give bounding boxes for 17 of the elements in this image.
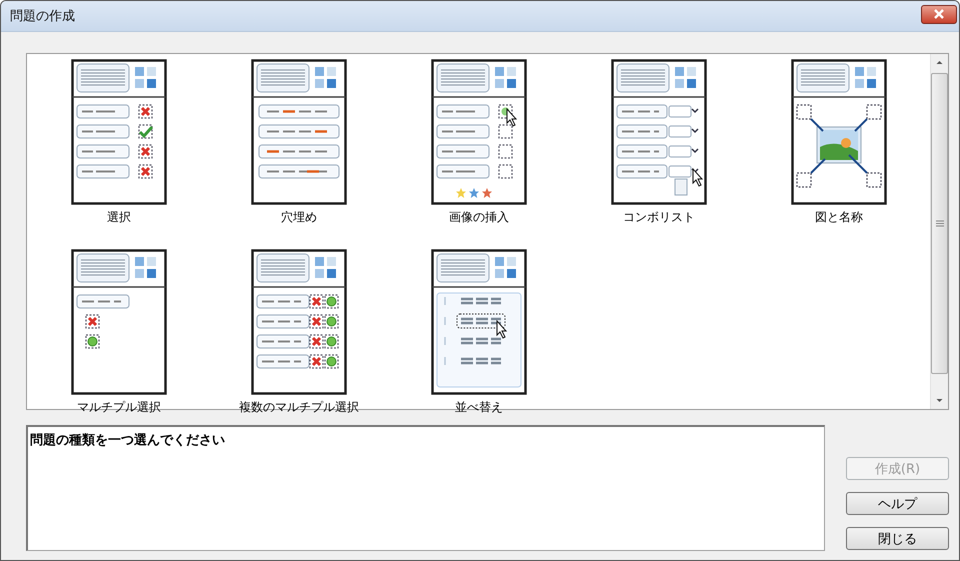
description-text: 問題の種類を一つ選んでください: [30, 433, 225, 448]
question-type-item[interactable]: マルチプル選択: [69, 249, 169, 416]
grip-icon: [936, 220, 944, 227]
dialog-button[interactable]: ヘルプ: [846, 492, 949, 515]
question-type-item[interactable]: 複数のマルチプル選択: [237, 249, 361, 416]
question-type-item[interactable]: 穴埋め: [249, 59, 349, 226]
question-type-item[interactable]: 図と名称: [789, 59, 889, 226]
scrollbar-thumb[interactable]: [931, 73, 948, 374]
question-type-item[interactable]: コンボリスト: [609, 59, 709, 226]
question-type-item[interactable]: 並べ替え: [429, 249, 529, 416]
close-button[interactable]: [921, 4, 957, 24]
close-icon: [932, 9, 946, 19]
window-title: 問題の作成: [10, 8, 75, 25]
question-type-item[interactable]: 画像の挿入: [429, 59, 529, 226]
vertical-scrollbar[interactable]: [930, 54, 948, 409]
question-type-item[interactable]: 選択: [69, 59, 169, 226]
dialog-button[interactable]: 閉じる: [846, 527, 949, 550]
